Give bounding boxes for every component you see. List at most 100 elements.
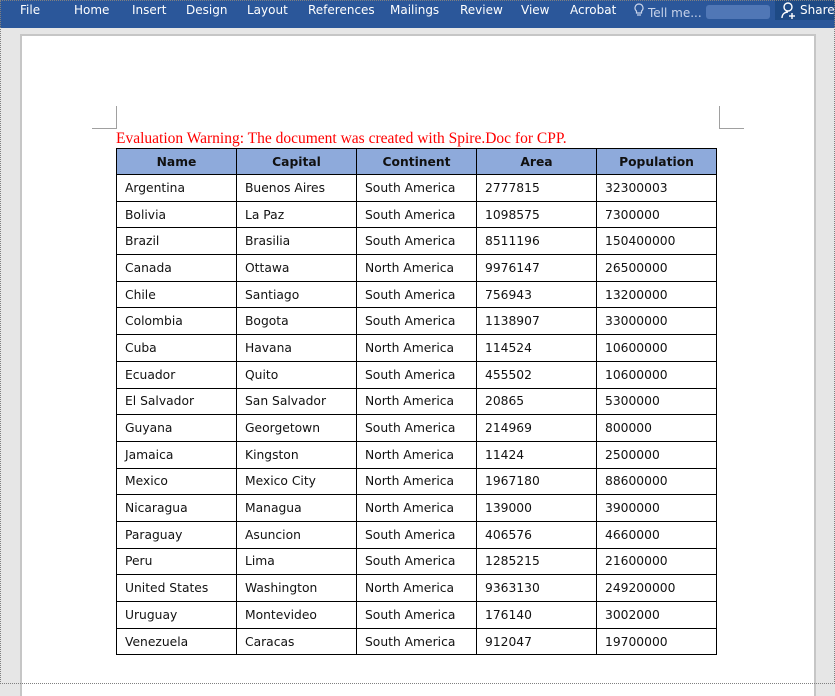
cell-population: 3002000 — [596, 601, 717, 629]
cell-area: 912047 — [476, 627, 597, 656]
cell-continent: North America — [356, 494, 477, 522]
cell-population: 10600000 — [596, 360, 717, 389]
table-header-row: Name Capital Continent Area Population — [116, 148, 717, 175]
table-row: El Salvador San Salvador North America 2086… — [116, 387, 717, 416]
cell-continent: South America — [356, 520, 477, 549]
table-row: Peru Lima South America 1285215 21600000 — [116, 547, 717, 576]
cell-area: 8511196 — [476, 227, 597, 256]
cell-continent: North America — [356, 334, 477, 362]
tab-layout[interactable]: Layout — [247, 3, 288, 17]
cell-population: 21600000 — [596, 547, 717, 576]
tab-references[interactable]: References — [308, 3, 375, 17]
table-row: Mexico Mexico City North America 1967180 886… — [116, 467, 717, 496]
cell-capital: Managua — [236, 494, 357, 522]
cell-name: Chile — [116, 280, 237, 309]
cell-name: Venezuela — [116, 627, 237, 656]
cell-name: Brazil — [116, 227, 237, 256]
cell-population: 5300000 — [596, 387, 717, 416]
cell-capital: Washington — [236, 574, 357, 602]
table-row: United States Washington North America 9363… — [116, 574, 717, 602]
cell-area: 9976147 — [476, 254, 597, 282]
tell-me-placeholder: Tell me... — [648, 6, 702, 20]
cell-area: 214969 — [476, 414, 597, 442]
header-capital: Capital — [236, 148, 357, 175]
cell-continent: North America — [356, 467, 477, 496]
cell-capital: Quito — [236, 360, 357, 389]
margin-corner-top-left — [92, 106, 117, 129]
cell-population: 800000 — [596, 414, 717, 442]
cell-name: Colombia — [116, 307, 237, 336]
cell-name: United States — [116, 574, 237, 602]
cell-continent: South America — [356, 414, 477, 442]
margin-corner-top-right — [719, 106, 744, 129]
tab-design[interactable]: Design — [186, 3, 227, 17]
cell-name: Nicaragua — [116, 494, 237, 522]
cell-continent: South America — [356, 280, 477, 309]
cell-name: Bolivia — [116, 200, 237, 229]
person-add-icon — [781, 1, 797, 19]
cell-continent: South America — [356, 360, 477, 389]
cell-population: 88600000 — [596, 467, 717, 496]
header-name: Name — [116, 148, 237, 175]
cell-population: 13200000 — [596, 280, 717, 309]
cell-population: 19700000 — [596, 627, 717, 656]
table-row: Guyana Georgetown South America 214969 80000… — [116, 414, 717, 442]
document-page[interactable]: Evaluation Warning: The document was cre… — [20, 34, 816, 696]
cell-population: 150400000 — [596, 227, 717, 256]
cell-name: Argentina — [116, 174, 237, 202]
table-row: Nicaragua Managua North America 139000 39000… — [116, 494, 717, 522]
cell-capital: Bogota — [236, 307, 357, 336]
cell-area: 114524 — [476, 334, 597, 362]
cell-capital: Santiago — [236, 280, 357, 309]
cell-population: 2500000 — [596, 440, 717, 469]
cell-capital: Lima — [236, 547, 357, 576]
cell-capital: Mexico City — [236, 467, 357, 496]
table-row: Canada Ottawa North America 9976147 26500000 — [116, 254, 717, 282]
cell-continent: South America — [356, 601, 477, 629]
cell-area: 756943 — [476, 280, 597, 309]
cell-capital: Ottawa — [236, 254, 357, 282]
cell-area: 176140 — [476, 601, 597, 629]
share-label: Share — [800, 3, 835, 17]
cell-area: 11424 — [476, 440, 597, 469]
table-row: Brazil Brasilia South America 8511196 150400… — [116, 227, 717, 256]
header-continent: Continent — [356, 148, 477, 175]
tab-file[interactable]: File — [20, 3, 40, 17]
account-name-blurred — [706, 5, 770, 19]
cell-name: Ecuador — [116, 360, 237, 389]
countries-table: Name Capital Continent Area Population A… — [116, 148, 717, 656]
cell-name: Peru — [116, 547, 237, 576]
table-row: Paraguay Asuncion South America 406576 46600… — [116, 520, 717, 549]
cell-capital: Montevideo — [236, 601, 357, 629]
tab-home[interactable]: Home — [74, 3, 109, 17]
cell-continent: South America — [356, 547, 477, 576]
cell-capital: San Salvador — [236, 387, 357, 416]
cell-area: 455502 — [476, 360, 597, 389]
tab-review[interactable]: Review — [460, 3, 503, 17]
table-row: Argentina Buenos Aires South America 277781… — [116, 174, 717, 202]
cell-name: Canada — [116, 254, 237, 282]
table-row: Ecuador Quito South America 455502 10600000 — [116, 360, 717, 389]
table-body: Argentina Buenos Aires South America 277781… — [116, 174, 717, 656]
cell-population: 10600000 — [596, 334, 717, 362]
tab-insert[interactable]: Insert — [132, 3, 166, 17]
cell-continent: South America — [356, 627, 477, 656]
table-row: Uruguay Montevideo South America 176140 3002… — [116, 601, 717, 629]
tell-me-search[interactable]: Tell me... — [634, 3, 702, 20]
table-row: Bolivia La Paz South America 1098575 7300000 — [116, 200, 717, 229]
tab-view[interactable]: View — [521, 3, 549, 17]
tab-mailings[interactable]: Mailings — [390, 3, 439, 17]
cell-continent: South America — [356, 307, 477, 336]
cell-area: 406576 — [476, 520, 597, 549]
table-row: Cuba Havana North America 114524 10600000 — [116, 334, 717, 362]
cell-population: 32300003 — [596, 174, 717, 202]
cell-continent: North America — [356, 254, 477, 282]
cell-population: 3900000 — [596, 494, 717, 522]
cell-name: Uruguay — [116, 601, 237, 629]
cell-area: 9363130 — [476, 574, 597, 602]
cell-area: 1967180 — [476, 467, 597, 496]
table-row: Colombia Bogota South America 1138907 330000… — [116, 307, 717, 336]
share-button[interactable]: Share — [775, 0, 835, 20]
cell-continent: North America — [356, 574, 477, 602]
tab-acrobat[interactable]: Acrobat — [570, 3, 616, 17]
